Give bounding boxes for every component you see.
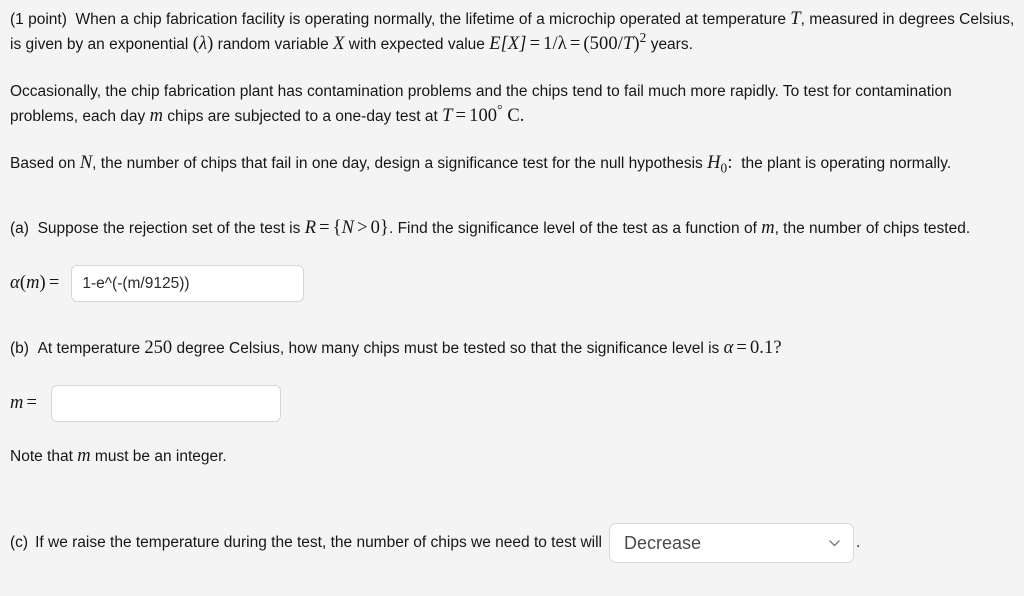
part-a-label: (a) <box>10 220 29 237</box>
note-text-1: Note that <box>10 448 73 465</box>
math-celsius: C. <box>507 106 525 126</box>
math-var-m-answer: m <box>10 393 24 413</box>
problem-statement-paragraph-2: Occasionally, the chip fabrication plant… <box>10 79 1022 129</box>
math-var-X: X <box>333 34 345 54</box>
math-colon: : <box>727 153 733 173</box>
math-m-equals: = <box>26 393 38 413</box>
paragraph-2-text-2: chips are subjected to a one-day test at <box>167 108 438 125</box>
part-a-question: (a) Suppose the rejection set of the tes… <box>10 216 1022 241</box>
math-exponent-2: 2 <box>639 29 647 45</box>
points-label: (1 point) <box>10 11 67 28</box>
part-b-text-2: degree Celsius, how many chips must be t… <box>176 340 720 357</box>
problem-statement-paragraph-1: (1 point) When a chip fabrication facili… <box>10 7 1022 57</box>
math-EX: E[X] <box>489 34 527 54</box>
math-var-m-note: m <box>77 446 91 466</box>
note-text-2: must be an integer. <box>94 448 227 465</box>
part-a-text-2: . Find the significance level of the tes… <box>388 220 757 237</box>
paragraph-3-text-2: , the number of chips that fail in one d… <box>92 155 703 172</box>
math-alpha-value: 0.1? <box>749 338 782 358</box>
part-b-note: Note that m must be an integer. <box>10 444 1022 469</box>
m-label: m = <box>10 393 40 414</box>
paragraph-3-text-1: Based on <box>10 155 76 172</box>
math-var-N-p3: N <box>79 153 93 173</box>
part-c-dropdown-wrapper: Decrease <box>609 523 854 563</box>
problem-statement-paragraph-3: Based on N, the number of chips that fai… <box>10 151 1022 176</box>
part-a-text-3: , the number of chips tested. <box>774 220 971 237</box>
alpha-answer-input[interactable] <box>71 265 305 302</box>
math-var-m-a: m <box>761 218 775 238</box>
math-equals-p2: = <box>455 106 467 126</box>
math-brace-open: { <box>332 218 342 238</box>
math-var-R: R <box>304 218 317 238</box>
chips-change-select[interactable]: Decrease <box>609 523 854 563</box>
math-alpha-arg-m: m <box>26 273 40 293</box>
part-b-text-1: At temperature <box>37 340 141 357</box>
math-var-T2: T <box>622 34 634 54</box>
math-equals-1: = <box>529 34 541 54</box>
math-lambda-paren: (λ) <box>192 34 214 54</box>
part-b-label: (b) <box>10 340 29 357</box>
math-var-N-a: N <box>341 218 355 238</box>
paragraph-1-text-mid: random variable <box>217 36 329 53</box>
math-temp-100: 100 <box>469 106 498 126</box>
math-alpha-condition: α = 0.1? <box>724 338 782 358</box>
math-alpha-equals: = <box>48 273 60 293</box>
math-brace-close: } <box>379 218 389 238</box>
math-temperature-condition: T = 100° C. <box>442 103 525 126</box>
part-c-trailing-period: . <box>856 534 861 551</box>
part-c-question: (c) If we raise the temperature during t… <box>10 523 1022 563</box>
part-b-question: (b) At temperature 250 degree Celsius, h… <box>10 336 1022 361</box>
paragraph-1-text-before-T: When a chip fabrication facility is oper… <box>75 11 786 28</box>
m-answer-input[interactable] <box>51 385 282 422</box>
math-alpha-paren-close: ) <box>39 273 46 293</box>
math-equals-b: = <box>736 338 747 358</box>
math-500: 500 <box>589 34 618 54</box>
math-null-hypothesis: H0: <box>707 153 733 175</box>
math-var-H: H <box>707 153 721 173</box>
math-zero: 0 <box>370 218 380 238</box>
math-var-T-p2: T <box>442 106 453 126</box>
math-expected-value-expression: E[X] = 1/λ = (500/T)2 <box>489 31 646 54</box>
math-var-T: T <box>790 9 801 29</box>
math-rejection-set: R = {N >0} <box>305 218 389 238</box>
math-greater-than: > <box>357 218 368 238</box>
math-degree-symbol: ° <box>497 101 503 117</box>
math-one-over-lambda: 1/λ <box>543 34 567 54</box>
part-a-text-1: Suppose the rejection set of the test is <box>37 220 301 237</box>
math-equals-2: = <box>569 34 581 54</box>
math-alpha: α <box>10 273 20 293</box>
alpha-function-label: α(m) = <box>10 273 62 294</box>
paragraph-1-years: years. <box>650 36 693 53</box>
math-temp-250: 250 <box>144 338 173 358</box>
part-c-label: (c) <box>10 534 29 551</box>
paragraph-1-text-with-expected: with expected value <box>348 36 485 53</box>
part-a-answer-row: α(m) = <box>10 265 1022 302</box>
math-alpha-b: α <box>723 338 734 358</box>
math-lambda: λ <box>198 34 208 54</box>
part-b-answer-row: m = <box>10 385 1022 422</box>
paragraph-3-text-3: the plant is operating normally. <box>741 155 952 172</box>
math-equals-a: = <box>319 218 330 238</box>
part-c-text: If we raise the temperature during the t… <box>35 534 602 551</box>
problem-page: (1 point) When a chip fabrication facili… <box>0 0 1024 596</box>
math-var-m-p2: m <box>149 106 163 126</box>
